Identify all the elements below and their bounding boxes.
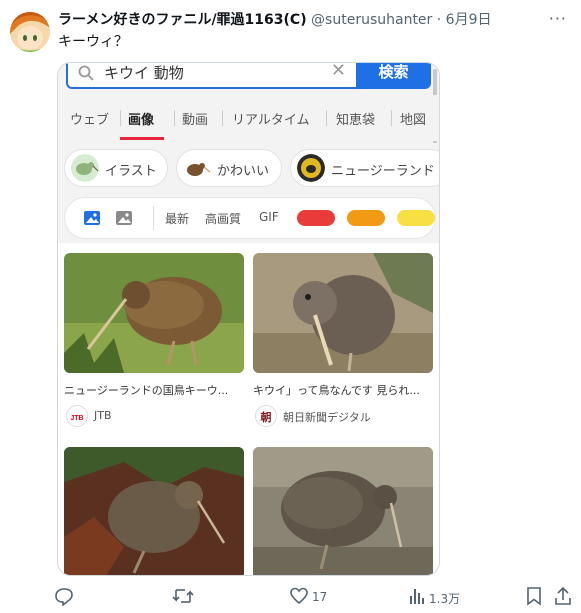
user-handle[interactable]: @suterusuhanter: [311, 12, 432, 28]
avatar[interactable]: [10, 12, 50, 52]
tweet-actions: 17 1.3万: [0, 586, 581, 610]
like-icon[interactable]: [289, 586, 309, 608]
image-results: ニュージーランドの国鳥キーウ... JTB JTB キウイ」って鳥なんです 見ら…: [58, 243, 439, 575]
tweet-media[interactable]: キウイ 動物 ✕ 検索 ウェブ 画像 動画 リアルタイム 知恵袋 地図 イラスト: [57, 62, 440, 576]
color-filter-orange[interactable]: [347, 210, 385, 226]
tab-images[interactable]: 画像: [128, 109, 154, 128]
active-tab-indicator: [120, 137, 164, 140]
result-source[interactable]: JTB: [94, 409, 112, 422]
chip-cute[interactable]: かわいい: [176, 149, 282, 187]
search-button[interactable]: 検索: [356, 63, 431, 89]
clear-icon[interactable]: ✕: [331, 63, 346, 81]
tab-videos[interactable]: 動画: [182, 109, 208, 128]
tweet-text: キーウィ？: [58, 34, 128, 50]
tab-divider: [174, 110, 175, 126]
new-zealand-emblem-icon: [297, 154, 325, 182]
jtb-logo: JTB: [66, 405, 88, 427]
views-icon[interactable]: [408, 586, 426, 608]
search-query: キウイ 動物: [104, 64, 184, 82]
tab-divider: [120, 110, 121, 126]
image-filter-icon[interactable]: [83, 209, 101, 231]
photo-filter-icon[interactable]: [115, 209, 133, 231]
tab-divider: [391, 110, 392, 126]
search-input[interactable]: キウイ 動物 ✕: [66, 63, 356, 89]
result-caption[interactable]: ニュージーランドの国鳥キーウ...: [64, 382, 244, 398]
search-icon: [78, 65, 94, 85]
chip-illustration[interactable]: イラスト: [64, 149, 168, 187]
filter-latest[interactable]: 最新: [165, 210, 189, 227]
tab-chiebukuro[interactable]: 知恵袋: [336, 109, 375, 128]
suggestion-chips: イラスト かわいい ニュージーランド: [58, 143, 439, 191]
cute-kiwi-icon: [183, 154, 211, 182]
filter-gif[interactable]: GIF: [259, 210, 279, 224]
color-filter-red[interactable]: [297, 210, 335, 226]
separator: ·: [436, 12, 442, 28]
chip-new-zealand[interactable]: ニュージーランド: [290, 149, 439, 187]
reply-icon[interactable]: [54, 586, 74, 608]
result-image[interactable]: [253, 447, 433, 575]
tab-divider: [326, 110, 327, 126]
filter-bar: 最新 高画質 GIF: [64, 197, 436, 239]
result-image[interactable]: [64, 447, 244, 575]
asahi-logo: 朝: [255, 405, 277, 427]
chip-label: イラスト: [105, 164, 157, 179]
result-image[interactable]: [64, 253, 244, 373]
filter-high-quality[interactable]: 高画質: [205, 210, 241, 227]
result-image[interactable]: [253, 253, 433, 373]
svg-text:JTB: JTB: [70, 415, 83, 422]
kiwi-illustration-icon: [71, 154, 99, 182]
retweet-icon[interactable]: [172, 586, 194, 608]
color-filter-yellow[interactable]: [397, 210, 435, 226]
views-count: 1.3万: [429, 592, 461, 606]
more-options-button[interactable]: ···: [549, 9, 567, 28]
tab-realtime[interactable]: リアルタイム: [232, 109, 310, 128]
chip-label: かわいい: [217, 164, 270, 179]
tab-web[interactable]: ウェブ: [70, 109, 109, 128]
tab-map[interactable]: 地図: [400, 109, 426, 128]
chip-label: ニュージーランド: [331, 164, 435, 179]
search-area: キウイ 動物 ✕ 検索: [58, 63, 439, 95]
result-caption[interactable]: キウイ」って鳥なんです 見られ...: [253, 382, 433, 398]
like-count: 17: [312, 590, 328, 604]
search-tabs: ウェブ 画像 動画 リアルタイム 知恵袋 地図: [58, 95, 439, 141]
svg-text:朝: 朝: [261, 410, 272, 424]
tweet-date[interactable]: 6月9日: [446, 12, 492, 28]
tab-divider: [222, 110, 223, 126]
filter-divider: [153, 206, 154, 230]
share-icon[interactable]: [553, 586, 573, 608]
display-name[interactable]: ラーメン好きのファニル/罪過1163(C): [58, 12, 307, 28]
result-source[interactable]: 朝日新聞デジタル: [283, 409, 371, 425]
bookmark-icon[interactable]: [525, 586, 543, 608]
tweet-header: ラーメン好きのファニル/罪過1163(C) @suterusuhanter · …: [58, 10, 491, 30]
